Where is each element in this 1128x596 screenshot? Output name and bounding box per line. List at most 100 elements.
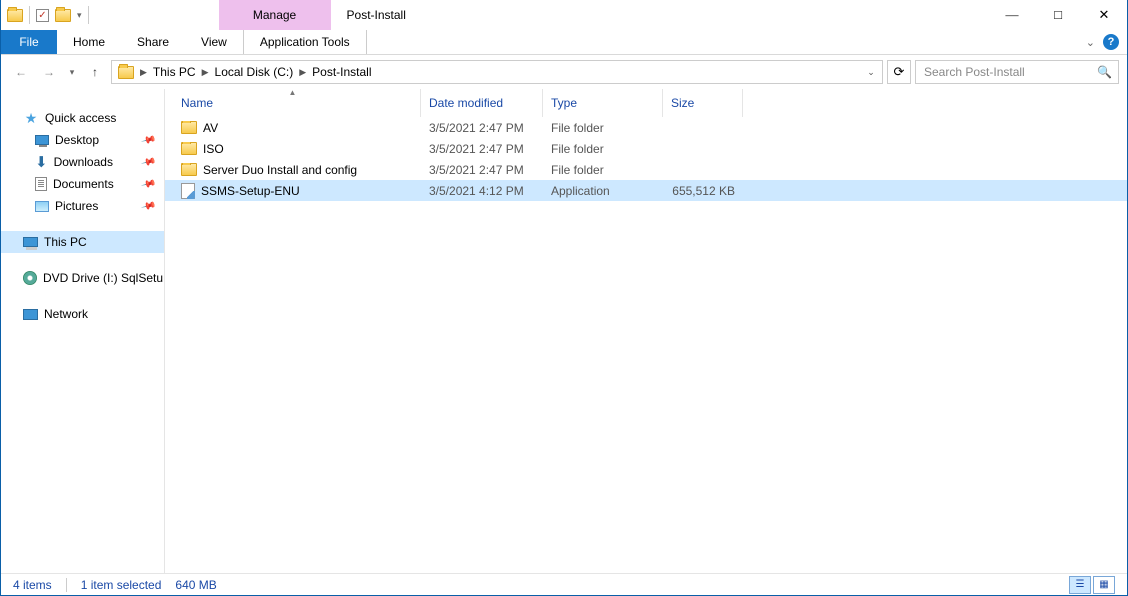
separator (29, 6, 30, 24)
ribbon-contextual-group: Manage (219, 0, 331, 30)
column-label: Name (181, 96, 213, 110)
view-large-icons-button[interactable]: ▦ (1093, 576, 1115, 594)
window-title: Post-Install (331, 0, 406, 30)
file-row[interactable]: AV 3/5/2021 2:47 PMFile folder (165, 117, 1127, 138)
ribbon-tabs: File Home Share View Application Tools ⌄… (1, 30, 1127, 55)
file-name: SSMS-Setup-ENU (201, 184, 300, 198)
breadcrumb-this-pc[interactable]: This PC (149, 61, 200, 83)
chevron-right-icon[interactable]: ▶ (200, 67, 211, 78)
cell-name: SSMS-Setup-ENU (165, 183, 421, 199)
search-box[interactable]: 🔍 (915, 60, 1119, 84)
help-icon[interactable]: ? (1103, 34, 1119, 50)
nav-label: This PC (44, 235, 87, 249)
nav-up-button[interactable]: ↑ (83, 60, 107, 84)
nav-recent-dropdown[interactable]: ▾ (65, 60, 79, 84)
cell-name: Server Duo Install and config (165, 163, 421, 177)
quick-access-icon: ★ (23, 110, 39, 126)
column-size[interactable]: Size (663, 89, 743, 117)
nav-desktop[interactable]: Desktop 📌 (1, 129, 164, 151)
file-rows: AV3/5/2021 2:47 PMFile folderISO3/5/2021… (165, 117, 1127, 573)
close-button[interactable]: ✕ (1081, 0, 1127, 30)
nav-quick-access[interactable]: ★ Quick access (1, 107, 164, 129)
search-input[interactable] (922, 64, 1082, 80)
chevron-right-icon[interactable]: ▶ (138, 67, 149, 78)
cell-size: 655,512 KB (663, 184, 743, 198)
nav-back-button[interactable]: ← (9, 60, 33, 84)
file-name: AV (203, 121, 218, 135)
nav-label: Downloads (54, 155, 113, 169)
nav-pictures[interactable]: Pictures 📌 (1, 195, 164, 217)
address-bar[interactable]: ▶ This PC ▶ Local Disk (C:) ▶ Post-Insta… (111, 60, 883, 84)
desktop-icon (35, 135, 49, 145)
ribbon-tab-home[interactable]: Home (57, 30, 121, 54)
file-name: ISO (203, 142, 224, 156)
cell-type: File folder (543, 142, 663, 156)
cell-type: File folder (543, 121, 663, 135)
window-controls: — □ ✕ (989, 0, 1127, 30)
pin-icon: 📌 (140, 154, 156, 170)
dvd-icon (23, 271, 37, 285)
pin-icon: 📌 (140, 198, 156, 214)
quick-access-toolbar: ✓ ▾ (1, 0, 89, 30)
status-selection-size: 640 MB (175, 578, 216, 592)
nav-label: Network (44, 307, 88, 321)
title-bar: ✓ ▾ Manage Post-Install — □ ✕ (1, 0, 1127, 30)
status-selection-count: 1 item selected (81, 578, 162, 592)
search-icon: 🔍 (1097, 65, 1112, 79)
column-headers: Name ▲ Date modified Type Size (165, 89, 1127, 117)
nav-network[interactable]: Network (1, 303, 164, 325)
nav-documents[interactable]: Documents 📌 (1, 173, 164, 195)
maximize-button[interactable]: □ (1035, 0, 1081, 30)
download-icon: ⬇ (35, 155, 48, 170)
cell-name: ISO (165, 142, 421, 156)
folder-icon (181, 121, 197, 134)
breadcrumb-local-disk[interactable]: Local Disk (C:) (211, 61, 298, 83)
cell-type: Application (543, 184, 663, 198)
nav-this-pc[interactable]: This PC (1, 231, 164, 253)
cell-type: File folder (543, 163, 663, 177)
minimize-button[interactable]: — (989, 0, 1035, 30)
ribbon-tab-view[interactable]: View (185, 30, 243, 54)
properties-qat-icon[interactable]: ✓ (36, 9, 49, 22)
refresh-button[interactable]: ⟳ (887, 60, 911, 84)
navigation-pane: ★ Quick access Desktop 📌 ⬇ Downloads 📌 D… (1, 89, 165, 573)
cell-name: AV (165, 121, 421, 135)
ribbon-expand-icon[interactable]: ⌄ (1086, 36, 1095, 49)
title-center: Manage Post-Install (89, 0, 989, 30)
nav-label: Documents (53, 177, 114, 191)
picture-icon (35, 201, 49, 212)
ribbon-tab-application-tools[interactable]: Application Tools (243, 30, 367, 54)
new-folder-qat-icon[interactable] (55, 9, 71, 22)
folder-icon (181, 142, 197, 155)
address-dropdown-icon[interactable]: ⌄ (862, 67, 880, 78)
column-date-modified[interactable]: Date modified (421, 89, 543, 117)
folder-icon (181, 163, 197, 176)
pin-icon: 📌 (140, 132, 156, 148)
pin-icon: 📌 (140, 176, 156, 192)
file-name: Server Duo Install and config (203, 163, 357, 177)
file-list-pane: Name ▲ Date modified Type Size AV 3/5/202… (165, 89, 1127, 573)
breadcrumb-post-install[interactable]: Post-Install (308, 61, 375, 83)
application-icon (181, 183, 195, 199)
ribbon-tab-share[interactable]: Share (121, 30, 185, 54)
ribbon-tab-file[interactable]: File (1, 30, 57, 54)
nav-downloads[interactable]: ⬇ Downloads 📌 (1, 151, 164, 173)
view-details-button[interactable]: ☰ (1069, 576, 1091, 594)
column-name[interactable]: Name ▲ (165, 89, 421, 117)
nav-dvd-drive[interactable]: DVD Drive (I:) SqlSetu (1, 267, 164, 289)
file-row[interactable]: SSMS-Setup-ENU 3/5/2021 4:12 PMApplicatio… (165, 180, 1127, 201)
cell-date: 3/5/2021 2:47 PM (421, 163, 543, 177)
folder-icon (118, 66, 134, 79)
file-row[interactable]: ISO 3/5/2021 2:47 PMFile folder (165, 138, 1127, 159)
nav-forward-button: → (37, 60, 61, 84)
network-icon (23, 309, 38, 320)
cell-date: 3/5/2021 2:47 PM (421, 142, 543, 156)
qat-dropdown-icon[interactable]: ▾ (77, 10, 82, 21)
chevron-right-icon[interactable]: ▶ (297, 67, 308, 78)
document-icon (35, 177, 47, 191)
cell-date: 3/5/2021 2:47 PM (421, 121, 543, 135)
file-row[interactable]: Server Duo Install and config 3/5/2021 2:… (165, 159, 1127, 180)
column-type[interactable]: Type (543, 89, 663, 117)
cell-date: 3/5/2021 4:12 PM (421, 184, 543, 198)
breadcrumb-root[interactable] (114, 61, 138, 83)
